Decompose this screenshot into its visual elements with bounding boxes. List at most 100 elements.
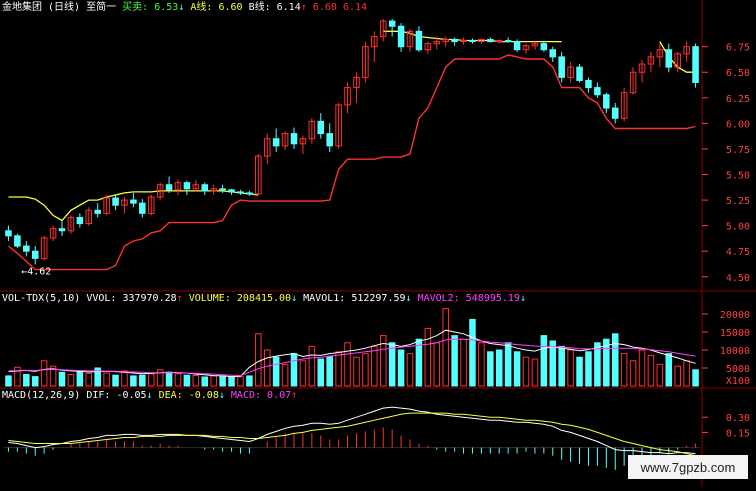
- candle-body: [585, 79, 592, 89]
- volume-header: VOL-TDX(5,10) VVOL: 337970.28↑ VOLUME: 2…: [2, 293, 526, 305]
- macd-tick-label: 0.30: [726, 413, 750, 424]
- candle-body: [540, 43, 548, 51]
- volume-unit-label: X100: [726, 376, 750, 387]
- candle-body: [165, 184, 173, 191]
- macd-header: MACD(12,26,9) DIF: -0.05↓ DEA: -0.08↓ MA…: [2, 390, 297, 402]
- volume-bar: [272, 356, 280, 387]
- indicator-name: 至简一: [86, 2, 117, 13]
- volume-bar: [424, 327, 432, 387]
- watermark: www.7gpzb.com: [628, 455, 748, 479]
- candle-body: [692, 46, 699, 83]
- volume-bar: [576, 356, 583, 387]
- volume-bar: [531, 358, 539, 387]
- down-arrow-icon: ↓: [291, 293, 298, 304]
- volume-bar: [629, 360, 637, 387]
- down-arrow-icon: ↓: [519, 293, 526, 304]
- volume-bar: [674, 365, 681, 387]
- volume-bar: [192, 375, 200, 387]
- vol-indicator-name: VOL-TDX(5,10): [2, 293, 81, 304]
- volume-bar: [540, 335, 548, 387]
- volume-bar: [504, 342, 512, 387]
- volume-bar: [469, 318, 476, 387]
- candle-body: [594, 87, 601, 96]
- volume-bar: [495, 349, 503, 387]
- volume-bar: [665, 353, 673, 387]
- mavol2-value: 548995.19: [465, 293, 520, 304]
- volume-bar: [40, 360, 48, 387]
- price-tick-label: 4.75: [726, 247, 750, 258]
- candle-body: [558, 56, 565, 78]
- volume-bar: [558, 345, 565, 387]
- candle-body: [112, 197, 119, 206]
- volume-bar: [237, 376, 244, 387]
- b-line-value: 6.14: [276, 2, 301, 13]
- buy-label: 买卖:: [122, 2, 149, 13]
- down-arrow-icon: ↓: [146, 390, 153, 401]
- vvol-value: 337970.28: [122, 293, 177, 304]
- volume-bar: [353, 356, 360, 387]
- price-header: 金地集团 (日线) 至简一 买卖: 6.53↓ A线: 6.60 B线: 6.1…: [2, 2, 367, 14]
- volume-bar: [638, 349, 646, 387]
- volume-bar: [31, 376, 39, 387]
- volume-bar: [433, 342, 441, 387]
- volume-bar: [478, 342, 485, 387]
- volume-bar: [335, 351, 342, 387]
- volume-bar: [112, 374, 119, 387]
- mavol1-label: MAVOL1:: [303, 293, 346, 304]
- up-arrow-icon: ↑: [176, 293, 183, 304]
- volume-bar: [147, 373, 155, 387]
- volume-bar: [656, 363, 664, 387]
- candle-body: [603, 94, 610, 109]
- dea-value: -0.08: [188, 390, 219, 401]
- candle-body: [130, 199, 137, 204]
- volume-bar: [165, 371, 173, 387]
- volume-bar: [174, 373, 182, 387]
- up-arrow-icon: ↑: [291, 390, 298, 401]
- volume-tick-label: 10000: [720, 346, 750, 357]
- volume-bar: [299, 360, 307, 387]
- volume-label: VOLUME:: [188, 293, 231, 304]
- candle-body: [31, 250, 39, 259]
- candle-body: [246, 192, 253, 195]
- volume-bar: [308, 345, 316, 387]
- period-label: (日线): [48, 2, 81, 13]
- price-tick-label: 6.25: [726, 94, 750, 105]
- volume-bar: [406, 353, 414, 387]
- volume-bar: [611, 333, 619, 387]
- candle-body: [58, 228, 66, 232]
- candle-body: [317, 120, 325, 135]
- volume-bar: [326, 355, 333, 387]
- price-tick-label: 5.00: [726, 222, 750, 233]
- candle-body: [94, 209, 101, 214]
- down-arrow-icon: ↓: [405, 293, 412, 304]
- price-tick-label: 6.00: [726, 119, 750, 130]
- volume-bar: [121, 370, 128, 387]
- volume-bar: [23, 373, 30, 387]
- dea-label: DEA:: [158, 390, 183, 401]
- volume-bar: [647, 354, 655, 387]
- buy-value: 6.53: [154, 2, 179, 13]
- up-arrow-icon: ↑: [300, 2, 307, 13]
- volume-bar: [76, 371, 84, 387]
- b-line-label: B线:: [248, 2, 271, 13]
- candle-body: [665, 49, 673, 68]
- volume-bar: [317, 358, 325, 387]
- volume-bar: [371, 345, 378, 387]
- volume-bar: [201, 376, 209, 387]
- candle-body: [611, 107, 619, 119]
- volume-bar: [585, 351, 592, 387]
- volume-bar: [290, 353, 298, 387]
- mavol2-label: MAVOL2:: [417, 293, 460, 304]
- price-tick-label: 5.25: [726, 196, 750, 207]
- candle-body: [228, 189, 235, 193]
- volume-bar: [620, 353, 628, 387]
- a-line-value: 6.60: [218, 2, 243, 13]
- low-price-annotation: ←4.62: [21, 267, 51, 278]
- dea-line: [8, 412, 696, 457]
- candle-body: [388, 20, 396, 27]
- macd-label: MACD:: [230, 390, 262, 401]
- candle-body: [576, 66, 583, 81]
- dif-value: -0.05: [116, 390, 147, 401]
- volume-bar: [513, 351, 521, 387]
- volume-tick-label: 15000: [720, 328, 750, 339]
